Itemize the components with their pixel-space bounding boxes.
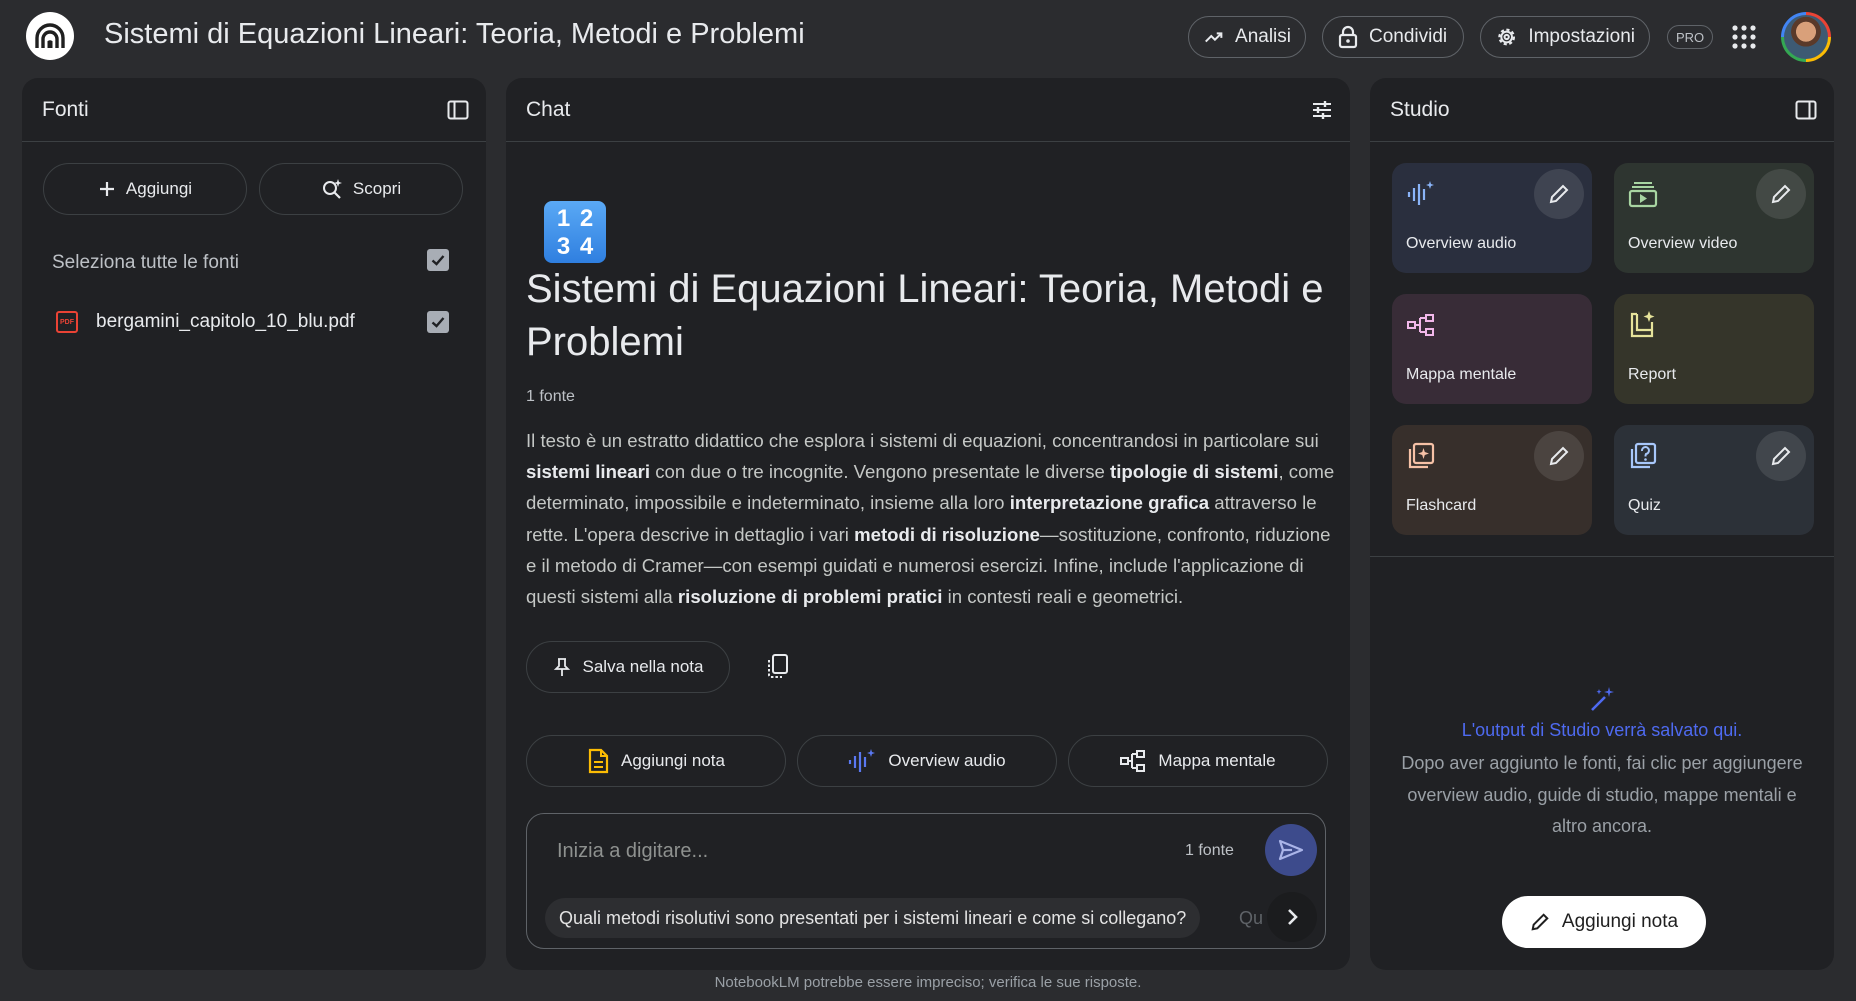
mind-map-icon bbox=[1120, 750, 1146, 772]
audio-overview-quick-label: Overview audio bbox=[888, 751, 1006, 770]
analytics-label: Analisi bbox=[1235, 26, 1291, 47]
send-icon bbox=[1278, 839, 1304, 861]
mind-map-icon bbox=[1407, 314, 1434, 336]
share-button[interactable]: Condividi bbox=[1322, 16, 1464, 58]
add-note-quick-button[interactable]: Aggiungi nota bbox=[526, 735, 786, 787]
mind-map-tile[interactable]: Mappa mentale bbox=[1392, 294, 1592, 404]
studio-panel: Studio Overview audio Overview video Map… bbox=[1370, 78, 1834, 970]
pro-badge: PRO bbox=[1667, 25, 1714, 49]
flashcard-label: Flashcard bbox=[1406, 497, 1477, 514]
chat-panel: Chat 12 34 Sistemi di Equazioni Lineari:… bbox=[506, 78, 1350, 970]
pencil-icon bbox=[1549, 184, 1569, 204]
notebooklm-logo-icon[interactable] bbox=[26, 12, 74, 60]
add-source-label: Aggiungi bbox=[125, 179, 193, 198]
pin-icon bbox=[553, 658, 570, 676]
input-source-count: 1 fonte bbox=[1185, 842, 1234, 859]
note-icon bbox=[588, 748, 609, 774]
flashcard-icon bbox=[1408, 442, 1435, 469]
report-label: Report bbox=[1628, 366, 1677, 383]
add-source-button[interactable]: Aggiungi bbox=[43, 163, 247, 215]
app-header: Sistemi di Equazioni Lineari: Teoria, Me… bbox=[0, 0, 1856, 74]
select-all-checkbox[interactable] bbox=[427, 249, 449, 271]
disclaimer-footer: NotebookLM potrebbe essere impreciso; ve… bbox=[714, 974, 1142, 991]
source-checkbox[interactable] bbox=[427, 311, 449, 333]
settings-button[interactable]: Impostazioni bbox=[1480, 16, 1650, 58]
collapse-panel-icon[interactable] bbox=[446, 98, 470, 122]
audio-waveform-icon bbox=[1407, 181, 1434, 205]
sources-title: Fonti bbox=[42, 97, 89, 121]
add-note-quick-label: Aggiungi nota bbox=[621, 751, 725, 770]
studio-divider bbox=[1370, 556, 1834, 557]
studio-title: Studio bbox=[1390, 97, 1450, 121]
send-button[interactable] bbox=[1265, 824, 1317, 876]
avatar[interactable] bbox=[1781, 12, 1831, 62]
add-note-label: Aggiungi nota bbox=[1561, 911, 1679, 932]
pencil-icon bbox=[1531, 913, 1549, 931]
save-to-note-button[interactable]: Salva nella nota bbox=[526, 641, 730, 693]
checkmark-icon bbox=[431, 255, 445, 266]
lock-icon bbox=[1338, 25, 1358, 49]
audio-overview-label: Overview audio bbox=[1406, 235, 1517, 252]
tune-settings-icon[interactable] bbox=[1310, 98, 1334, 122]
video-overview-tile[interactable]: Overview video bbox=[1614, 163, 1814, 273]
mind-map-quick-button[interactable]: Mappa mentale bbox=[1068, 735, 1328, 787]
gear-icon bbox=[1498, 28, 1516, 46]
edit-video-overview-button[interactable] bbox=[1756, 169, 1806, 219]
audio-overview-quick-button[interactable]: Overview audio bbox=[797, 735, 1057, 787]
add-note-button[interactable]: Aggiungi nota bbox=[1502, 896, 1706, 948]
pdf-icon: PDF bbox=[56, 311, 78, 333]
settings-label: Impostazioni bbox=[1528, 26, 1635, 47]
edit-quiz-button[interactable] bbox=[1756, 431, 1806, 481]
next-suggestions-button[interactable] bbox=[1267, 892, 1317, 942]
share-label: Condividi bbox=[1369, 26, 1448, 47]
collapse-panel-icon[interactable] bbox=[1794, 98, 1818, 122]
chat-composer[interactable]: Inizia a digitare... 1 fonte Quali metod… bbox=[526, 813, 1326, 949]
checkmark-icon bbox=[431, 317, 445, 328]
notebook-summary: Il testo è un estratto didattico che esp… bbox=[526, 430, 1335, 608]
studio-header: Studio bbox=[1370, 78, 1834, 142]
studio-empty-description: Dopo aver aggiunto le fonti, fai clic pe… bbox=[1401, 753, 1803, 836]
pencil-icon bbox=[1771, 184, 1791, 204]
chat-title: Chat bbox=[526, 97, 571, 121]
edit-audio-overview-button[interactable] bbox=[1534, 169, 1584, 219]
video-overview-icon bbox=[1628, 182, 1658, 208]
select-all-label: Seleziona tutte le fonti bbox=[52, 252, 239, 273]
report-tile[interactable]: Report bbox=[1614, 294, 1814, 404]
chevron-right-icon bbox=[1288, 909, 1298, 925]
flashcard-tile[interactable]: Flashcard bbox=[1392, 425, 1592, 535]
sources-panel: Fonti Aggiungi Scopri Seleziona tutte le… bbox=[22, 78, 486, 970]
studio-empty-title: L'output di Studio verrà salvato qui. bbox=[1461, 720, 1743, 740]
notebook-heading: Sistemi di Equazioni Lineari: Teoria, Me… bbox=[526, 267, 1324, 364]
numbers-emoji-icon: 12 34 bbox=[544, 201, 606, 263]
mind-map-quick-label: Mappa mentale bbox=[1158, 751, 1276, 770]
report-icon bbox=[1630, 311, 1655, 338]
suggested-question-chip[interactable]: Quali metodi risolutivi sono presentati … bbox=[545, 898, 1201, 938]
quiz-icon bbox=[1630, 442, 1657, 469]
analytics-button[interactable]: Analisi bbox=[1188, 16, 1306, 58]
audio-overview-tile[interactable]: Overview audio bbox=[1392, 163, 1592, 273]
pencil-icon bbox=[1771, 446, 1791, 466]
apps-grid-icon[interactable] bbox=[1731, 24, 1757, 50]
plus-icon bbox=[99, 182, 114, 196]
magic-wand-icon bbox=[1591, 687, 1614, 711]
pencil-icon bbox=[1549, 446, 1569, 466]
chat-header: Chat bbox=[506, 78, 1350, 142]
discover-label: Scopri bbox=[352, 179, 402, 198]
quiz-label: Quiz bbox=[1628, 497, 1661, 514]
mind-map-label: Mappa mentale bbox=[1406, 366, 1517, 383]
video-overview-label: Overview video bbox=[1628, 235, 1738, 252]
search-sparkle-icon bbox=[322, 179, 342, 199]
notebook-title[interactable]: Sistemi di Equazioni Lineari: Teoria, Me… bbox=[104, 18, 805, 51]
save-to-note-label: Salva nella nota bbox=[582, 657, 704, 676]
trending-up-icon bbox=[1205, 32, 1223, 43]
quiz-tile[interactable]: Quiz bbox=[1614, 425, 1814, 535]
sources-header: Fonti bbox=[22, 78, 486, 142]
edit-flashcard-button[interactable] bbox=[1534, 431, 1584, 481]
audio-waveform-icon bbox=[849, 749, 876, 772]
source-name: bergamini_capitolo_10_blu.pdf bbox=[96, 311, 355, 332]
source-count: 1 fonte bbox=[526, 388, 575, 405]
chat-input[interactable]: Inizia a digitare... bbox=[557, 840, 708, 863]
copy-icon[interactable] bbox=[765, 653, 791, 679]
discover-sources-button[interactable]: Scopri bbox=[259, 163, 463, 215]
